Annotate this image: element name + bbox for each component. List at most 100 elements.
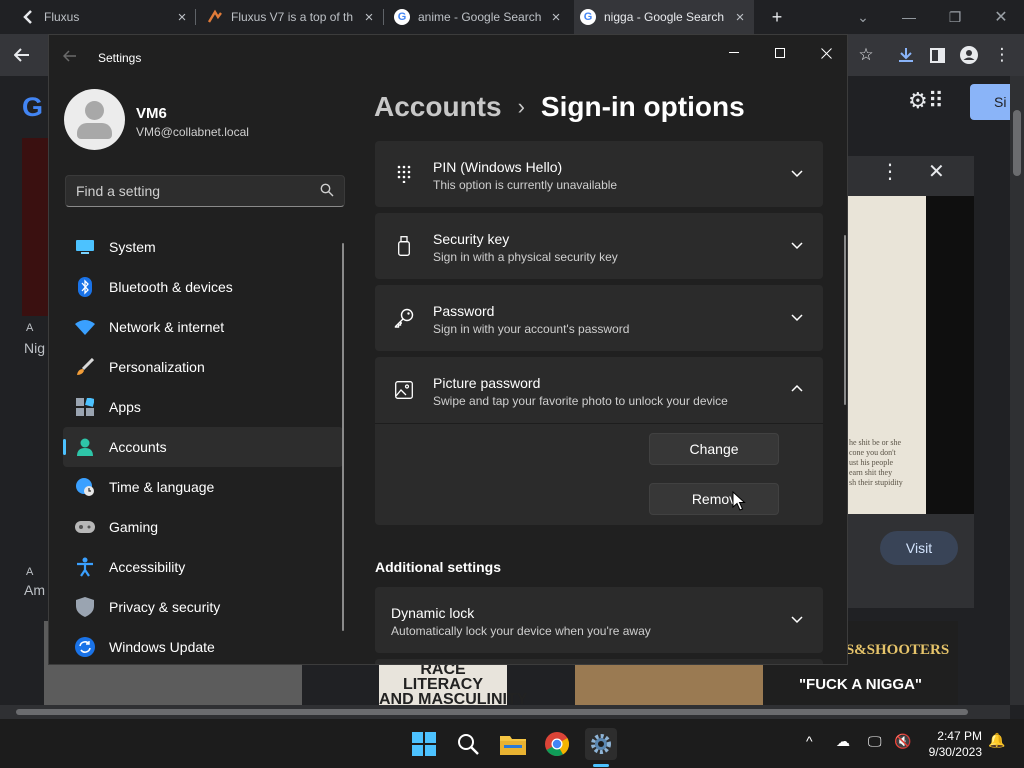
card-header[interactable]: Picture password Swipe and tap your favo… bbox=[375, 357, 823, 423]
close-icon[interactable]: × bbox=[732, 9, 748, 26]
nav-item-windows-update[interactable]: Windows Update bbox=[63, 627, 343, 664]
tab-title: Fluxus bbox=[44, 10, 80, 24]
option-card-next[interactable] bbox=[375, 659, 823, 664]
thumbnail-text: RACE LITERACY AND MASCULINITY bbox=[379, 661, 528, 706]
result-title[interactable]: Nig bbox=[24, 340, 45, 356]
start-icon[interactable] bbox=[408, 728, 440, 760]
sign-in-button[interactable]: Si bbox=[970, 84, 1010, 120]
volume-mute-icon[interactable]: 🔇 bbox=[894, 733, 911, 750]
google-icon: G bbox=[394, 9, 410, 25]
option-card-password[interactable]: Password Sign in with your account's pas… bbox=[375, 285, 823, 351]
search-input[interactable] bbox=[76, 176, 306, 206]
minimize-icon[interactable] bbox=[711, 39, 757, 67]
chevron-down-icon[interactable] bbox=[789, 309, 805, 325]
thumbnail-text: "FUCK A NIGGA" bbox=[798, 676, 923, 693]
change-button[interactable]: Change bbox=[649, 433, 779, 465]
visit-button[interactable]: Visit bbox=[880, 531, 958, 565]
content-scrollbar[interactable] bbox=[844, 235, 846, 405]
search-icon[interactable] bbox=[452, 728, 484, 760]
scrollbar-thumb[interactable] bbox=[1013, 110, 1021, 176]
back-arrow-icon[interactable] bbox=[8, 34, 36, 76]
chevron-down-icon[interactable] bbox=[789, 237, 805, 253]
nav-item-privacy-security[interactable]: Privacy & security bbox=[63, 587, 343, 627]
tab-separator bbox=[383, 9, 384, 25]
result-title[interactable]: Am bbox=[24, 582, 45, 598]
nav-item-apps[interactable]: Apps bbox=[63, 387, 343, 427]
breadcrumb-parent[interactable]: Accounts bbox=[374, 91, 502, 123]
more-options-icon[interactable]: ⋮ bbox=[880, 159, 900, 184]
settings-window: Settings VM6 VM6@collabnet.local Find a … bbox=[48, 34, 848, 665]
card-header[interactable]: Security key Sign in with a physical sec… bbox=[375, 213, 823, 279]
clock-time[interactable]: 2:47 PM bbox=[910, 729, 982, 743]
close-icon[interactable]: × bbox=[548, 9, 564, 26]
card-header[interactable]: PIN (Windows Hello) This option is curre… bbox=[375, 141, 823, 207]
nav-item-accounts[interactable]: Accounts bbox=[63, 427, 343, 467]
chrome-icon[interactable] bbox=[541, 728, 573, 760]
monitor-icon[interactable]: 🖵 bbox=[868, 733, 882, 750]
card-header[interactable]: Password Sign in with your account's pas… bbox=[375, 285, 823, 351]
chevron-down-icon[interactable] bbox=[789, 611, 805, 627]
settings-icon[interactable] bbox=[585, 728, 617, 760]
chevron-right-icon: › bbox=[517, 94, 525, 119]
nav-item-time-language[interactable]: Time & language bbox=[63, 467, 343, 507]
notification-bell-icon[interactable]: 🔔 bbox=[988, 732, 1005, 749]
google-letter: G bbox=[394, 9, 410, 25]
card-header[interactable]: Dynamic lock Automatically lock your dev… bbox=[375, 587, 823, 653]
more-menu-icon[interactable]: ⋮ bbox=[990, 34, 1014, 76]
clock-date[interactable]: 9/30/2023 bbox=[910, 745, 982, 759]
nav-item-bluetooth[interactable]: Bluetooth & devices bbox=[63, 267, 343, 307]
gear-icon[interactable]: ⚙⠿ bbox=[908, 88, 944, 114]
scrollbar-thumb[interactable] bbox=[16, 709, 968, 715]
nav-item-network[interactable]: Network & internet bbox=[63, 307, 343, 347]
nav-item-gaming[interactable]: Gaming bbox=[63, 507, 343, 547]
tab-search-icon[interactable]: ⌄ bbox=[852, 0, 874, 34]
update-icon bbox=[75, 637, 95, 657]
nav-item-system[interactable]: System bbox=[63, 227, 343, 267]
nav-item-accessibility[interactable]: Accessibility bbox=[63, 547, 343, 587]
close-icon[interactable]: × bbox=[174, 9, 190, 26]
back-arrow-icon[interactable] bbox=[62, 49, 77, 68]
keypad-icon bbox=[393, 163, 415, 185]
new-tab-icon[interactable]: + bbox=[766, 0, 788, 34]
sign-in-options-content: PIN (Windows Hello) This option is curre… bbox=[375, 141, 823, 664]
nav-label: Bluetooth & devices bbox=[109, 279, 233, 295]
nav-scrollbar[interactable] bbox=[342, 243, 344, 631]
chevron-down-icon[interactable] bbox=[789, 165, 805, 181]
star-icon[interactable]: ☆ bbox=[854, 34, 878, 76]
option-card-security-key[interactable]: Security key Sign in with a physical sec… bbox=[375, 213, 823, 279]
tab-fluxus[interactable]: Fluxus × bbox=[20, 0, 190, 34]
avatar-head bbox=[85, 101, 104, 120]
restore-icon[interactable]: ❐ bbox=[942, 0, 968, 34]
search-box[interactable] bbox=[65, 175, 345, 207]
google-logo[interactable]: G bbox=[22, 92, 43, 123]
close-preview-icon[interactable]: ✕ bbox=[928, 159, 945, 184]
result-thumbnail[interactable] bbox=[22, 138, 48, 316]
side-panel-icon[interactable] bbox=[925, 34, 949, 76]
option-card-dynamic-lock[interactable]: Dynamic lock Automatically lock your dev… bbox=[375, 587, 823, 653]
avatar[interactable] bbox=[64, 89, 125, 150]
minimize-icon[interactable]: — bbox=[896, 0, 922, 34]
title-bar[interactable]: Settings bbox=[49, 35, 847, 81]
tab-anime-search[interactable]: G anime - Google Search × bbox=[394, 0, 564, 34]
close-icon[interactable] bbox=[803, 39, 847, 67]
preview-image-border bbox=[926, 196, 974, 514]
remove-button[interactable]: Remov bbox=[649, 483, 779, 515]
close-icon[interactable]: × bbox=[361, 9, 377, 26]
cloud-icon[interactable]: ☁ bbox=[836, 733, 850, 750]
browser-tab-strip: Fluxus × Fluxus V7 is a top of th × G an… bbox=[0, 0, 1024, 34]
avatar-body bbox=[77, 123, 112, 139]
chevron-up-icon[interactable] bbox=[789, 381, 805, 397]
nav-label: Apps bbox=[109, 399, 141, 415]
search-icon[interactable] bbox=[320, 183, 334, 197]
maximize-icon[interactable] bbox=[757, 39, 803, 67]
tab-active-search[interactable]: G nigga - Google Search × bbox=[574, 0, 754, 34]
download-icon[interactable] bbox=[893, 34, 919, 76]
tab-fluxus-v7[interactable]: Fluxus V7 is a top of th × bbox=[207, 0, 377, 34]
chevron-up-icon[interactable]: ^ bbox=[806, 733, 813, 749]
nav-item-personalization[interactable]: Personalization bbox=[63, 347, 343, 387]
profile-icon[interactable] bbox=[957, 34, 981, 76]
nav-label: Time & language bbox=[109, 479, 215, 495]
file-explorer-icon[interactable] bbox=[497, 728, 529, 760]
close-icon[interactable]: ✕ bbox=[988, 0, 1014, 34]
option-card-pin[interactable]: PIN (Windows Hello) This option is curre… bbox=[375, 141, 823, 207]
